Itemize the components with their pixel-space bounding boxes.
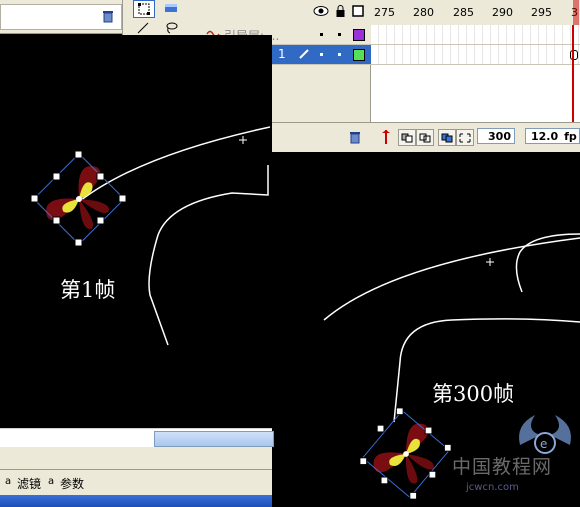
caption-frame-300: 第300帧: [432, 382, 515, 406]
frame-number-label: 290: [492, 6, 513, 19]
edit-multiple-frames-button[interactable]: [438, 129, 456, 146]
gradient-transform-tool-icon[interactable]: [161, 0, 181, 16]
eye-icon[interactable]: [313, 5, 329, 20]
modify-onion-markers-button[interactable]: [456, 129, 474, 146]
frame-number-label: 280: [413, 6, 434, 19]
taskbar: [0, 495, 272, 507]
playhead[interactable]: [573, 0, 579, 25]
tab-close-icon[interactable]: a: [48, 476, 54, 487]
outline-icon[interactable]: [352, 5, 364, 20]
lasso-tool-icon[interactable]: [161, 20, 181, 36]
panel-divider: [0, 447, 272, 469]
frames-area[interactable]: [371, 25, 580, 44]
lock-dot[interactable]: [338, 53, 341, 56]
frame-number-label: 295: [531, 6, 552, 19]
scrollbar-thumb[interactable]: [154, 431, 274, 447]
frame-rate-value: 12.0: [531, 129, 559, 143]
frame-rate-field[interactable]: 12.0 fp: [525, 128, 580, 144]
tools-panel: [122, 0, 200, 37]
playhead-line: [572, 25, 574, 122]
properties-tab-bar: a 滤镜 a 参数: [0, 469, 272, 496]
visibility-dot[interactable]: [320, 33, 323, 36]
frame-rate-unit: fp: [564, 129, 577, 143]
current-frame-field[interactable]: 300: [477, 128, 515, 144]
frame-ruler[interactable]: 275 280 285 290 295 3: [371, 0, 580, 25]
frames-area[interactable]: [371, 45, 580, 64]
lock-icon[interactable]: [335, 4, 346, 21]
tab-filters[interactable]: 滤镜: [17, 475, 41, 492]
onion-skin-button[interactable]: [398, 129, 416, 146]
center-frame-icon[interactable]: [381, 129, 391, 148]
trash-icon[interactable]: [101, 9, 115, 26]
library-item-row[interactable]: [0, 4, 122, 30]
library-panel-strip: [0, 0, 122, 34]
butterfly-symbol-frame1[interactable]: [29, 149, 129, 249]
layer-name[interactable]: 1: [278, 47, 286, 61]
free-transform-tool-icon[interactable]: [133, 0, 155, 18]
butterfly-symbol-frame300[interactable]: [358, 406, 454, 502]
tab-close-icon[interactable]: a: [5, 476, 11, 487]
trash-icon[interactable]: [348, 130, 362, 147]
onion-skin-outlines-button[interactable]: [416, 129, 434, 146]
lock-dot[interactable]: [338, 33, 341, 36]
layer-color-swatch[interactable]: [353, 49, 365, 61]
frame-number-label: 275: [374, 6, 395, 19]
watermark-text: 中国教程网: [452, 456, 553, 478]
watermark-url: jcwcn.com: [466, 482, 519, 493]
visibility-dot[interactable]: [320, 53, 323, 56]
caption-frame-1: 第1帧: [60, 278, 116, 302]
line-tool-icon[interactable]: [133, 20, 153, 36]
tab-parameters[interactable]: 参数: [60, 475, 84, 492]
layer-color-swatch[interactable]: [353, 29, 365, 41]
frame-number-label: 285: [453, 6, 474, 19]
pencil-icon: [298, 48, 310, 63]
crosshair-icon: [239, 136, 247, 144]
timeline-header: 275 280 285 290 295 3: [198, 0, 580, 26]
crosshair-icon: [486, 258, 494, 266]
svg-text:e: e: [540, 437, 547, 451]
